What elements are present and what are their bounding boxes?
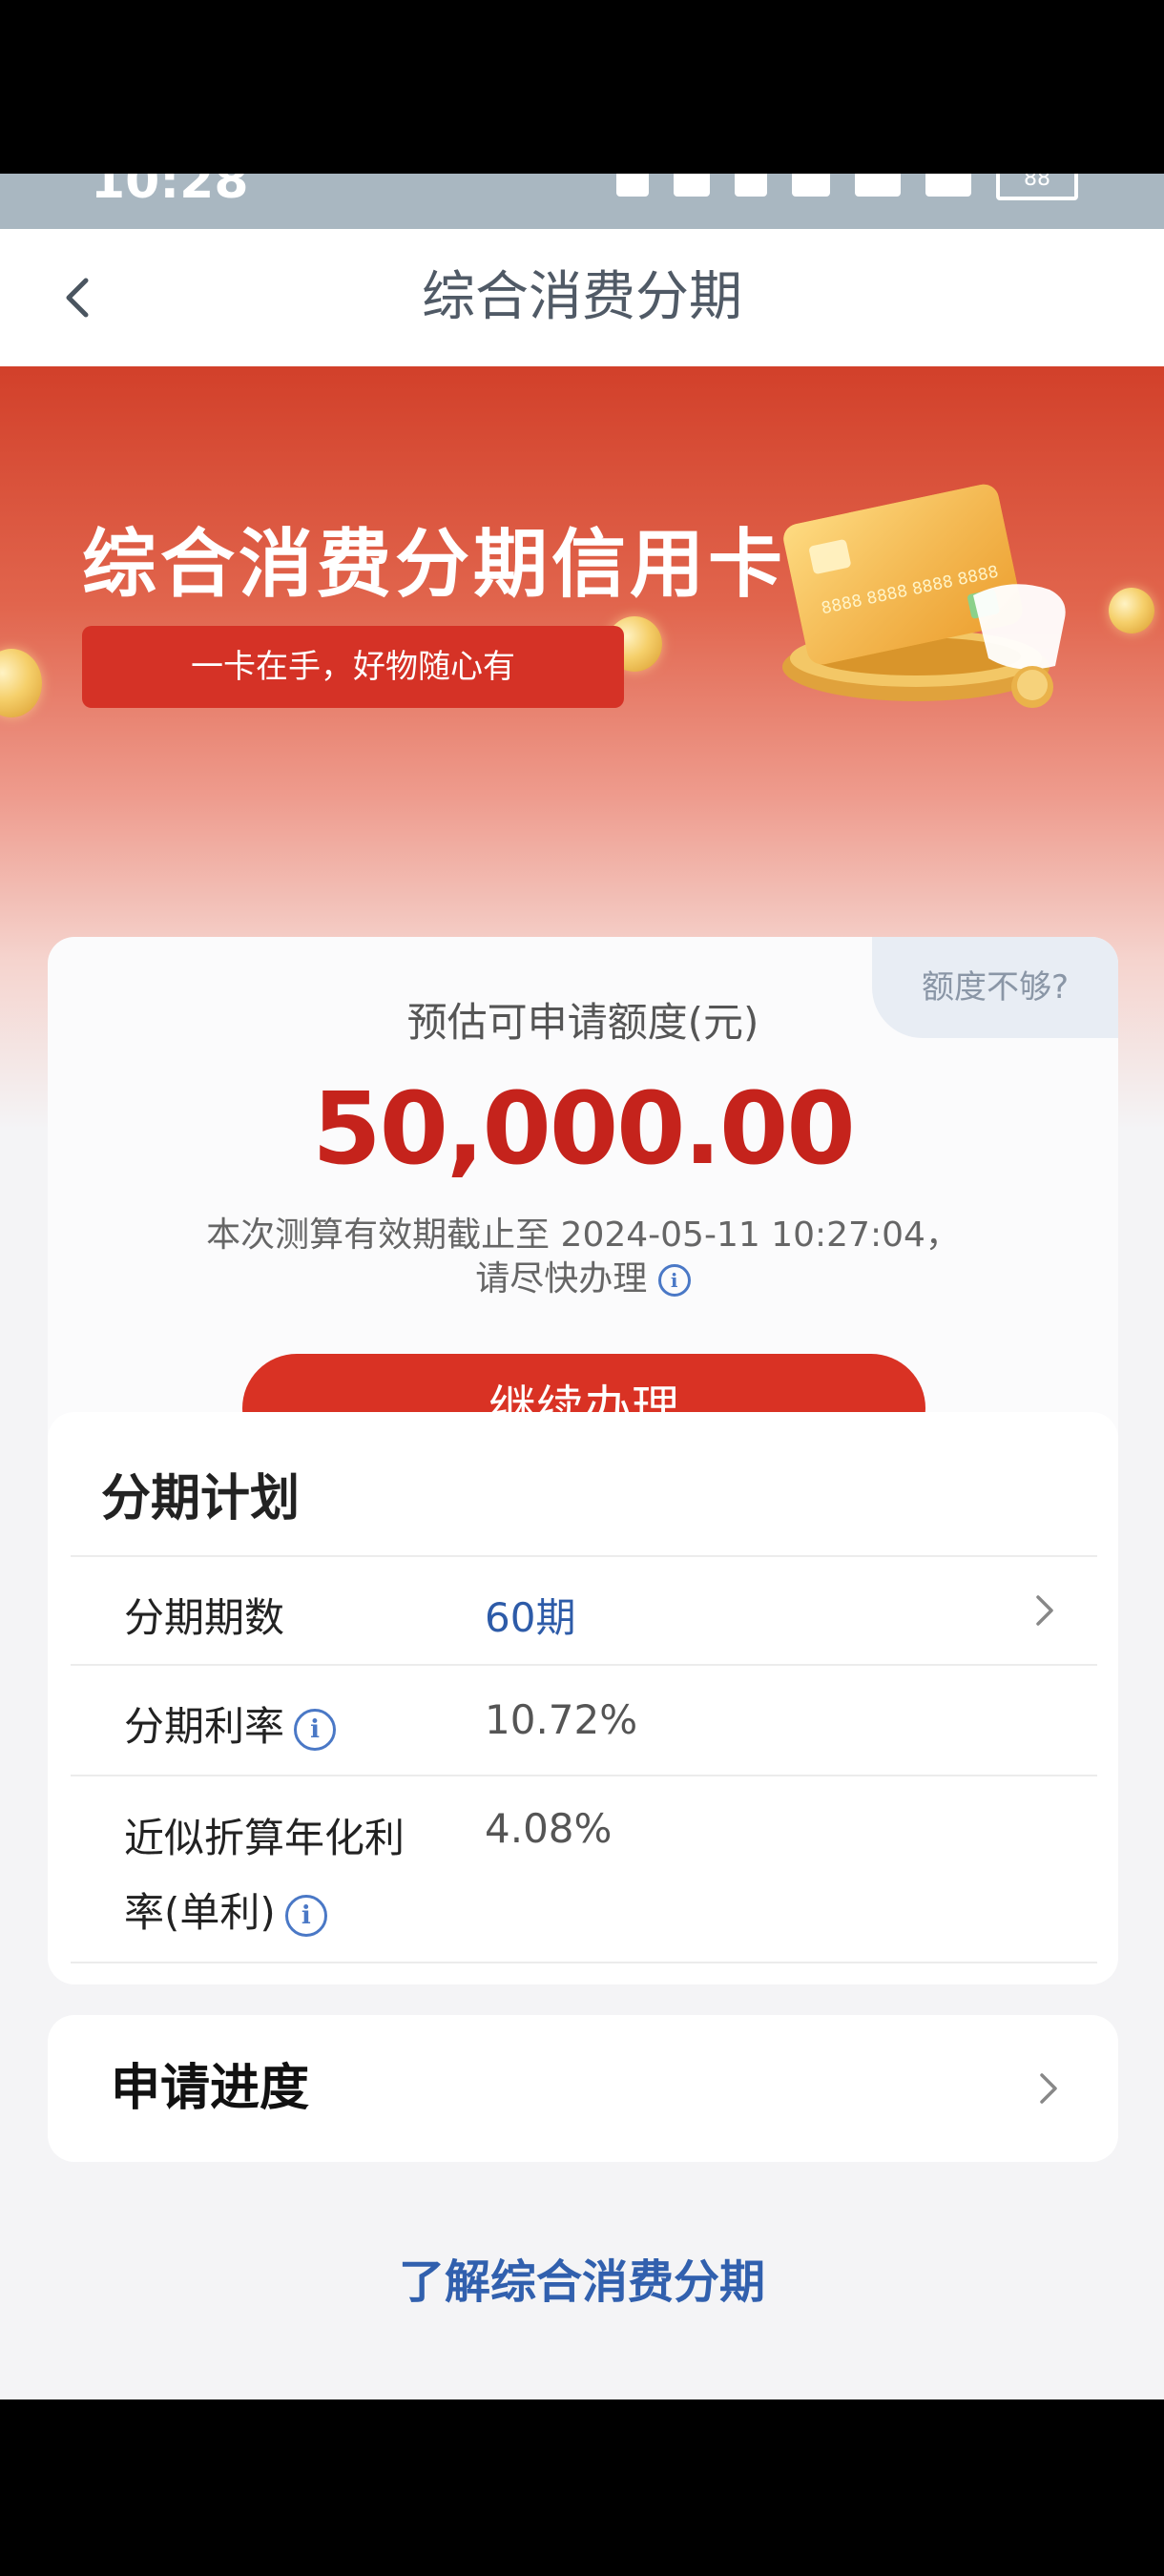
validity-line-2: 请尽快办理 i	[48, 1257, 1118, 1301]
annualized-label-line1: 近似折算年化利	[124, 1815, 405, 1861]
status-time: 10:28	[91, 174, 249, 210]
installment-plan-card: 分期计划 分期期数 60期 分期利率 i 10.72% 近似折算年化利 率(单利)…	[48, 1412, 1118, 1984]
plan-title: 分期计划	[101, 1470, 301, 1527]
battery-icon: 88	[996, 174, 1078, 200]
quota-amount: 50,000.00	[312, 1070, 856, 1187]
coin-decoration	[0, 649, 42, 717]
bell-off-icon	[735, 174, 767, 197]
app-screen: 综合消费分期 综合消费分期信用卡 一卡在手，好物随心有 8888 8888 88…	[0, 229, 1164, 2399]
info-icon[interactable]: i	[294, 1708, 337, 1751]
nfc-icon	[616, 174, 649, 197]
validity-line-1: 本次测算有效期截止至 2024-05-11 10:27:04，	[206, 1215, 960, 1255]
annualized-value: 4.08%	[485, 1805, 613, 1852]
plan-row-rate: 分期利率 i 10.72%	[71, 1664, 1097, 1776]
credit-card-illustration: 8888 8888 8888 8888	[782, 484, 1066, 708]
plan-row-periods[interactable]: 分期期数 60期	[71, 1555, 1097, 1666]
info-icon[interactable]: i	[284, 1894, 327, 1937]
application-progress-row[interactable]: 申请进度	[48, 2015, 1118, 2162]
annualized-label: 近似折算年化利 率(单利) i	[124, 1801, 405, 1950]
annualized-label-line2: 率(单利)	[124, 1889, 276, 1936]
hero-banner: 综合消费分期信用卡 一卡在手，好物随心有 8888 8888 8888 8888	[0, 366, 1164, 1525]
plan-row-annualized: 近似折算年化利 率(单利) i 4.08%	[71, 1775, 1097, 1963]
wifi-icon	[792, 174, 830, 197]
signal-2-icon	[925, 174, 971, 197]
mute-icon	[674, 174, 710, 197]
info-icon[interactable]: i	[657, 1264, 691, 1297]
coin-decoration	[1109, 588, 1154, 634]
chevron-right-icon	[1040, 2073, 1057, 2104]
rate-label-wrap: 分期利率 i	[124, 1694, 337, 1753]
validity-line-2-text: 请尽快办理	[475, 1259, 648, 1298]
quota-validity-note: 本次测算有效期截止至 2024-05-11 10:27:04， 请尽快办理 i	[48, 1214, 1118, 1301]
periods-label: 分期期数	[124, 1594, 285, 1641]
rate-label: 分期利率	[124, 1703, 285, 1750]
periods-value: 60期	[485, 1594, 576, 1641]
annualized-label-line2-wrap: 率(单利) i	[124, 1876, 405, 1950]
signal-1-icon	[855, 174, 901, 197]
quota-label: 预估可申请额度(元)	[406, 999, 759, 1046]
hero-title: 综合消费分期信用卡	[82, 522, 787, 608]
status-bar: 10:28 88	[0, 174, 1164, 229]
learn-more-link[interactable]: 了解综合消费分期	[0, 2244, 1164, 2311]
chevron-right-icon	[1036, 1595, 1053, 1626]
status-icons: 88	[616, 174, 1078, 200]
progress-title: 申请进度	[111, 2060, 310, 2117]
page-title: 综合消费分期	[422, 266, 742, 328]
rate-value: 10.72%	[485, 1696, 638, 1743]
hero-slogan: 一卡在手，好物随心有	[82, 626, 624, 708]
back-arrow-icon[interactable]	[48, 267, 109, 328]
bottom-bezel	[0, 2399, 1164, 2576]
top-bezel	[0, 0, 1164, 174]
nav-bar: 综合消费分期	[0, 229, 1164, 366]
